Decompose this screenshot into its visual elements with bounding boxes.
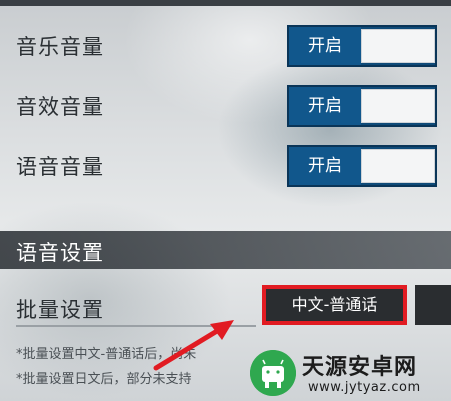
batch-language-select[interactable]: 中文-普通话 [262,285,407,325]
android-logo-icon [250,350,296,396]
section-title: 语音设置 [16,241,104,265]
setting-row-music-volume: 音乐音量 开启 [0,17,451,77]
watermark: 天源安卓网 www.jytyaz.com [250,346,451,401]
toggle-on-label: 开启 [289,27,361,65]
next-option-button[interactable] [415,285,451,325]
effect-volume-toggle[interactable]: 开启 [287,85,437,127]
toggle-knob [361,149,435,183]
toggle-knob [361,29,435,63]
red-arrow-annotation [153,320,234,371]
voice-volume-toggle[interactable]: 开启 [287,145,437,187]
watermark-name: 天源安卓网 [302,355,418,380]
toggle-on-label: 开启 [289,87,361,125]
effect-volume-label: 音效音量 [16,95,104,119]
batch-setting-label: 批量设置 [16,298,104,322]
music-volume-label: 音乐音量 [16,35,104,59]
voice-settings-header: 语音设置 [0,231,451,269]
setting-row-voice-volume: 语音音量 开启 [0,137,451,197]
toggle-knob [361,89,435,123]
setting-row-effect-volume: 音效音量 开启 [0,77,451,137]
batch-language-value: 中文-普通话 [291,295,378,314]
voice-volume-label: 语音音量 [16,155,104,179]
music-volume-toggle[interactable]: 开启 [287,25,437,67]
toggle-on-label: 开启 [289,147,361,185]
watermark-url: www.jytyaz.com [308,380,421,395]
top-bar [0,0,451,6]
